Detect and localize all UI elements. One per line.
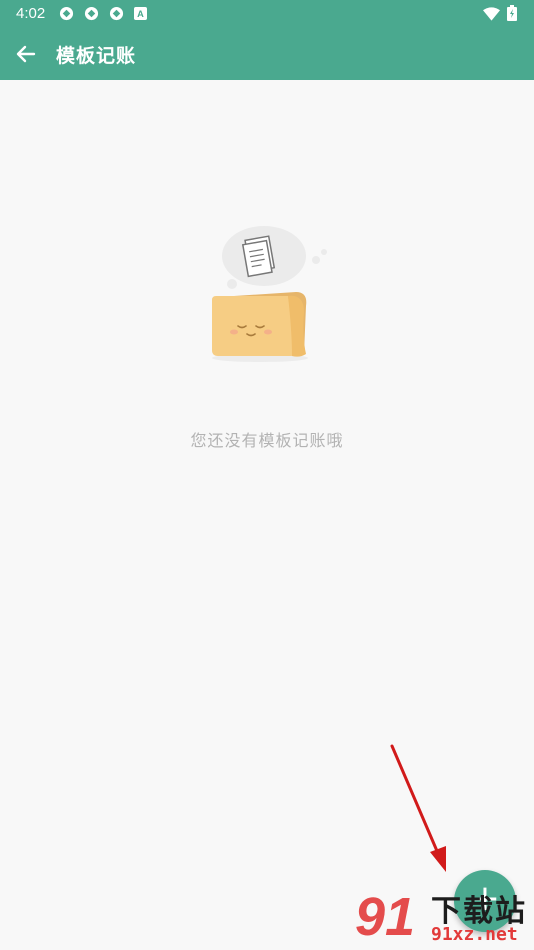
back-button[interactable] [10,38,42,70]
sync-icon [59,6,74,21]
sync-icon [84,6,99,21]
watermark-url: 91xz.net [431,924,518,945]
app-bar: 模板记账 [0,28,534,80]
watermark: 91 下载站 91xz.net [355,886,533,948]
empty-state-message: 您还没有模板记账哦 [190,431,344,450]
empty-folder-illustration [212,226,327,362]
sync-icon [109,6,124,21]
a-badge-icon: A [134,7,147,20]
svg-text:A: A [137,9,144,19]
watermark-logo: 91 [355,887,416,947]
wifi-icon [483,7,500,21]
page-title: 模板记账 [56,45,137,67]
status-bar: 4:02 A [0,0,534,28]
battery-icon [507,5,517,21]
annotation-arrow [390,744,446,872]
status-time: 4:02 [16,5,46,22]
arrow-left-icon [16,45,36,63]
